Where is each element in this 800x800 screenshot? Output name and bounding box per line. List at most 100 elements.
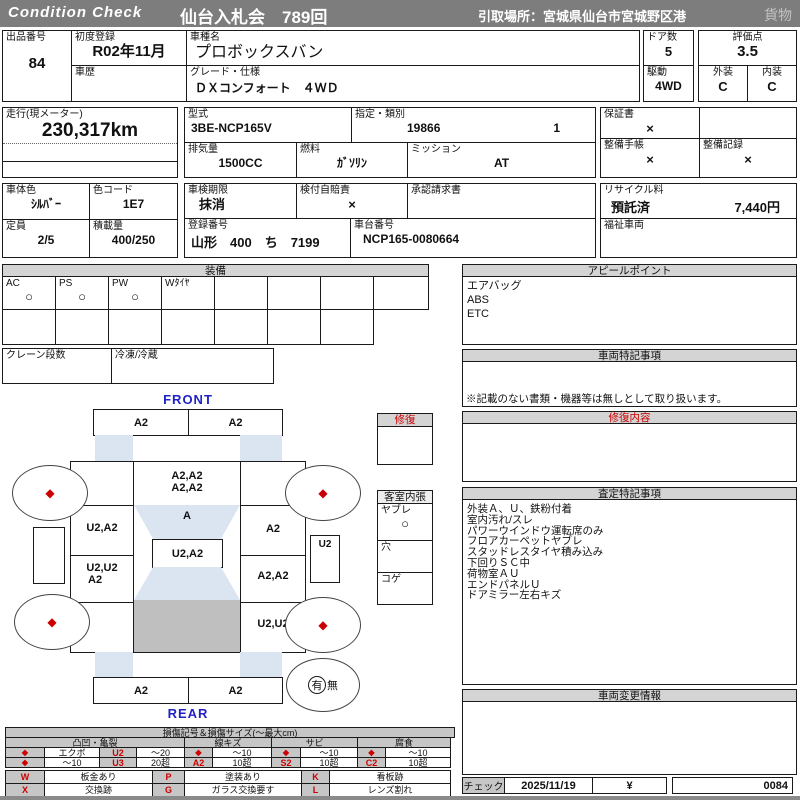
right-rear-door-damage: A2,A2 (240, 570, 306, 582)
recycle-status-value: 預託済 (611, 197, 650, 216)
load-value: 400/250 (90, 233, 177, 248)
fuel-cell: 燃料 ｶﾞｿﾘﾝ (296, 142, 408, 178)
maintenance-record-label: 整備記録 (700, 139, 796, 152)
cabin-row-hole: 穴 (377, 540, 433, 573)
right-step-cell: U2 (310, 535, 340, 583)
insurance-label: 検付自賠責 (297, 184, 407, 197)
mileage-empty-row (3, 144, 177, 162)
rear-bumper-right: A2 (188, 677, 283, 704)
drive-label: 駆動 (644, 66, 693, 79)
check-label-cell: チェック (462, 777, 505, 794)
equipment-row2-cell-7 (320, 309, 374, 345)
legend-symbol: U3 (99, 757, 137, 768)
legend-code-text: 看板跡 (329, 770, 451, 784)
legend-symbol: S2 (271, 757, 301, 768)
appeal-body: エアバッグ ABS ETC (462, 276, 797, 345)
color-code-label: 色コード (90, 184, 177, 197)
body-gridline-r3 (240, 602, 306, 603)
assessment-item: 室内汚れ/スレ (463, 515, 796, 526)
grade-label: グレード・仕様 (187, 66, 639, 79)
capacity-cell: 定員 2/5 (2, 219, 90, 258)
wheel-rear-right-mark: ◆ (318, 619, 327, 631)
equipment-cell-empty-4 (373, 276, 429, 310)
chassis-number-label: 車台番号 (351, 219, 595, 232)
maintenance-record-cell: 整備記録 × (699, 138, 797, 178)
legend-symbol: ◆ (5, 757, 45, 768)
appeal-item: ABS (463, 293, 796, 307)
model-code-value: 3BE-NCP165V (185, 121, 351, 135)
check-label: チェック (464, 778, 504, 793)
equipment-row2-cell-3 (108, 309, 162, 345)
right-step-damage: U2 (311, 536, 339, 551)
equipment-cell-empty-1 (214, 276, 268, 310)
body-color-value: ｼﾙﾊﾞｰ (3, 197, 89, 212)
maintenance-record-value: × (700, 152, 796, 167)
tail-corner-left (95, 652, 133, 677)
rear-bumper-right-value: A2 (228, 685, 242, 697)
brand-logo: Condition Check (8, 4, 142, 21)
equipment-mark-pw: ○ (109, 290, 161, 304)
check-date-cell: 2025/11/19 (504, 777, 593, 794)
assessment-item: ドアミラー左右キズ (463, 590, 796, 601)
maintenance-book-cell: 整備手帳 × (600, 138, 700, 178)
drive-value: 4WD (644, 79, 693, 94)
hood-corner-left (95, 435, 133, 462)
doors-label: ドア数 (644, 31, 693, 44)
auction-title: 仙台入札会 789回 (180, 3, 327, 28)
left-step-cell (33, 527, 65, 584)
body-color-label: 車体色 (3, 184, 89, 197)
recycle-fee-cell: リサイクル料 預託済 7,440円 (600, 183, 797, 219)
doors-value: 5 (644, 44, 693, 59)
legend-code-text: ガラス交換要す (184, 783, 302, 797)
displacement-value: 1500CC (185, 156, 296, 171)
cabin-row-burn: コゲ (377, 572, 433, 605)
inspection-label: 車検期限 (185, 184, 296, 197)
left-rear-door-damage-2: A2 (70, 574, 134, 586)
lot-number-value: 84 (3, 56, 71, 71)
fuel-value: ｶﾞｿﾘﾝ (297, 156, 407, 171)
insurance-value: × (297, 197, 407, 212)
bottom-rule (0, 796, 800, 800)
tail-corner-right (240, 652, 282, 677)
approval-label: 承認請求書 (408, 184, 595, 197)
sheet-number-cell: 0084 (672, 777, 793, 794)
history-cell: 車歴 (71, 65, 187, 102)
windshield-damage: A (134, 505, 240, 522)
repair-mini-header: 修復 (377, 413, 433, 427)
displacement-cell: 排気量 1500CC (184, 142, 297, 178)
load-label: 積載量 (90, 220, 177, 233)
check-date-value: 2025/11/19 (521, 780, 575, 792)
appeal-item: ETC (463, 307, 796, 321)
score-value: 3.5 (699, 44, 796, 59)
equipment-cell-empty-3 (320, 276, 374, 310)
first-registration-value: R02年11月 (72, 44, 186, 59)
left-rear-door-cell: U2,U2 A2 (70, 562, 134, 586)
exterior-cell: 外装 C (698, 65, 748, 102)
interior-label: 内装 (748, 66, 796, 79)
body-gridline-r2 (240, 555, 306, 556)
cabin-burn-label: コゲ (378, 573, 432, 586)
maintenance-book-value: × (601, 152, 699, 167)
transmission-cell: ミッション AT (407, 142, 596, 178)
fuel-label: 燃料 (297, 143, 407, 156)
recycle-fee-value: 7,440円 (734, 197, 780, 216)
color-code-value: 1E7 (90, 197, 177, 212)
hood-damage-line1: A2,A2 (134, 470, 240, 482)
class-label: 指定・類別 (352, 108, 595, 121)
registration-number-label: 登録番号 (185, 219, 350, 232)
model-name-value: プロボックスバン (187, 44, 639, 61)
capacity-value: 2/5 (3, 233, 89, 248)
cargo-area (134, 600, 240, 652)
warranty-blank-cell (699, 107, 797, 139)
equipment-cell-pw: PW ○ (108, 276, 162, 310)
warranty-label: 保証書 (601, 108, 699, 121)
legend-code: P (152, 770, 185, 784)
legend-code: K (301, 770, 330, 784)
body-gridline-l2 (70, 555, 134, 556)
legend-code: G (152, 783, 185, 797)
change-info-body (462, 701, 797, 775)
class-sub-value: 1 (553, 121, 560, 135)
approval-cell: 承認請求書 (407, 183, 596, 219)
interior-cell: 内装 C (747, 65, 797, 102)
inspection-value: 抹消 (185, 197, 296, 212)
